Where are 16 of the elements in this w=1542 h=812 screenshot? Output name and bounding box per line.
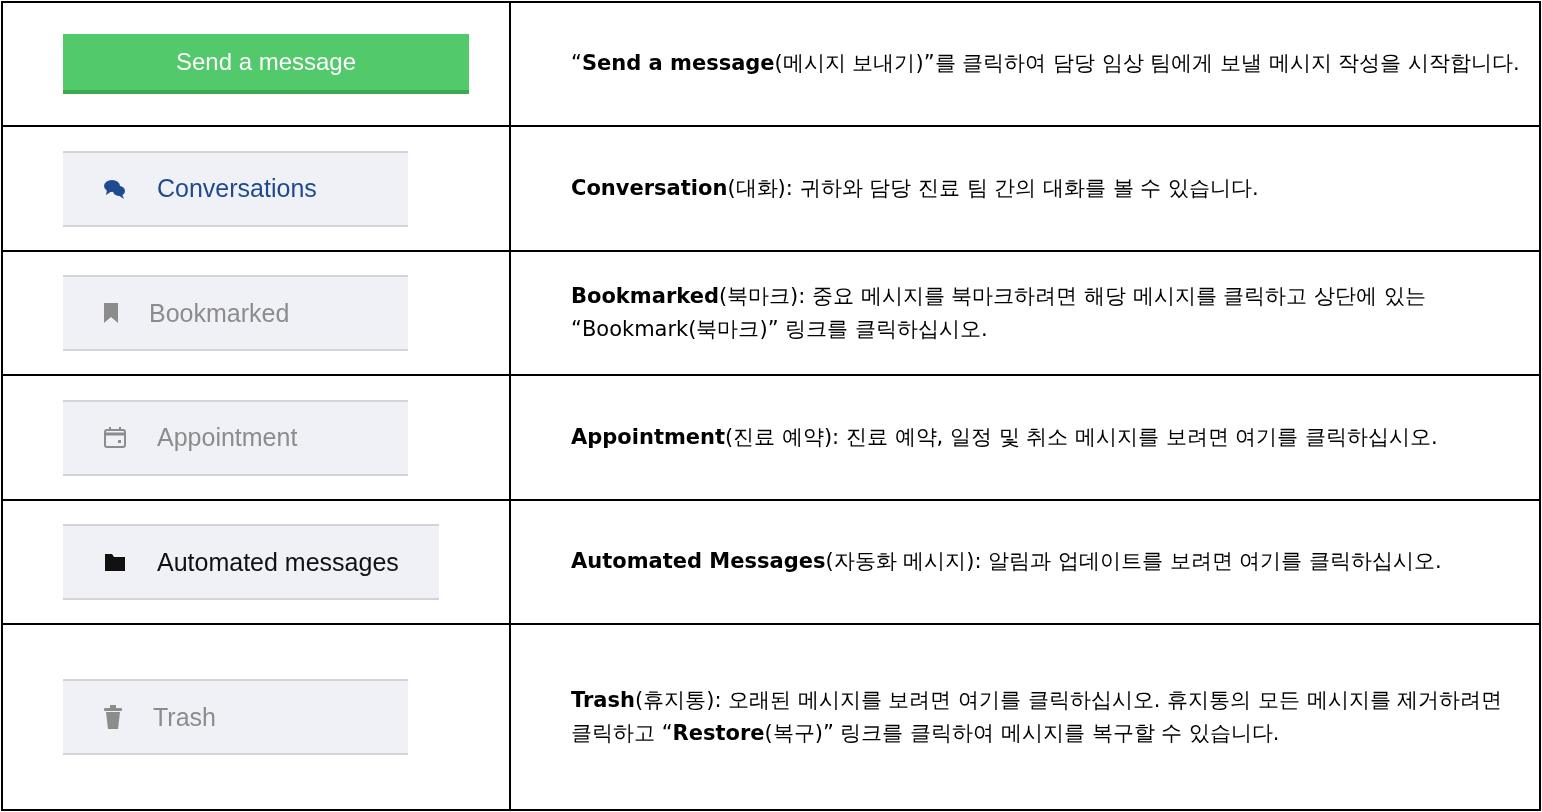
nav-item[interactable]: Automated messages [63,524,439,601]
description-text: Conversation(대화): 귀하와 담당 진료 팀 간의 대화를 볼 수 있습니다. [571,174,1259,202]
folder-icon [103,551,127,574]
description-text: Bookmarked(북마크): 중요 메시지를 북마크하려면 해당 메시지를 클릭하고 상단에 있는 “Bookmark(북마크)” 링크를 클릭하십시오. [571,282,1427,344]
bookmark-icon [103,302,119,325]
description-text: “Send a message(메시지 보내기)”를 클릭하여 담당 임상 팀에게 보낼 메시지 작성을 시작합니다. [571,50,1520,78]
description-text: Trash(휴지통): 오래된 메시지를 보려면 여기를 클릭하십시오. 휴지통의 모든 메시지를 제거하려면 클릭하고 “Restore(복구)” 링크를 클릭하여 메시지를 복구할 수 있습니다. [571,686,1504,748]
send-message-button[interactable]: Send a message [63,34,469,95]
calendar-icon [103,425,127,450]
nav-item[interactable]: Appointment [63,399,408,476]
nav-item[interactable]: Conversations [63,150,408,227]
nav-item[interactable]: Trash [63,679,408,756]
trash-icon [103,704,123,731]
description-text: Appointment(진료 예약): 진료 예약, 일정 및 취소 메시지를 보려면 여기를 클릭하십시오. [571,423,1438,451]
nav-item[interactable]: Bookmarked [63,275,408,352]
description-text: Automated Messages(자동화 메시지): 알림과 업데이트를 보려면 여기를 클릭하십시오. [571,548,1442,576]
